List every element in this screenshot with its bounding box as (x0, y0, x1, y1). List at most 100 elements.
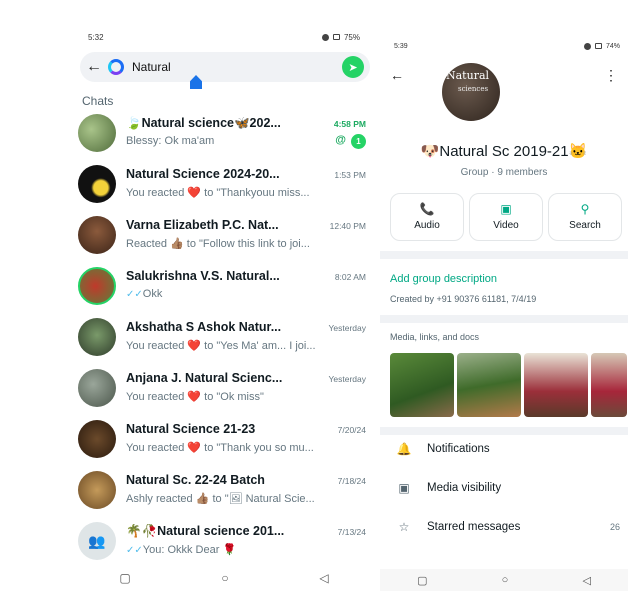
star-icon: ☆ (398, 520, 410, 534)
media-thumbnail[interactable] (591, 353, 627, 417)
setting-label: Media visibility (427, 482, 502, 494)
system-nav-bar: ▢ ○ ◁ (380, 569, 628, 591)
back-arrow-icon[interactable]: ← (390, 67, 404, 83)
send-icon[interactable]: ➤ (342, 56, 364, 78)
avatar (78, 216, 116, 254)
search-bar[interactable]: ← Natural ➤ (80, 52, 370, 82)
created-by-text: Created by +91 90376 61181, 7/4/19 (390, 294, 537, 304)
chat-time: Yesterday (328, 323, 367, 333)
group-avatar[interactable]: Natural sciences (442, 63, 500, 121)
signal-icon (321, 33, 329, 41)
image-icon: ▣ (398, 481, 410, 495)
media-thumbnail[interactable] (524, 353, 588, 417)
chat-name: 🌴🥀Natural science 201... (126, 524, 285, 538)
chat-preview: You reacted ❤️ to "Thankyouu miss... (126, 187, 310, 199)
chat-name: Natural Science 21-23 (126, 422, 256, 436)
chat-name: Natural Science 2024-20... (126, 167, 280, 181)
search-button[interactable]: ⚲ Search (548, 193, 622, 241)
chat-preview: ✓✓You: Okkk Dear 🌹 (126, 544, 237, 556)
heart-emoji: ❤️ (187, 442, 202, 454)
chat-search-screen: 5:32 75% ← Natural ➤ Chats 🍃Natural scie… (74, 22, 374, 590)
chat-preview: You reacted ❤️ to "Ok miss" (126, 391, 264, 403)
chat-time: 4:58 PM (333, 119, 366, 129)
chat-time: 1:53 PM (334, 170, 366, 180)
chat-time: 7/13/24 (337, 527, 366, 537)
section-label-chats: Chats (82, 94, 114, 108)
chat-row[interactable]: Natural Sc. 22-24 Batch 7/18/24 Ashly re… (74, 465, 374, 516)
home-icon[interactable]: ○ (221, 571, 228, 585)
heart-emoji: ❤️ (187, 187, 202, 199)
group-members: Group · 9 members (460, 167, 548, 178)
heart-emoji: ❤️ (187, 391, 202, 403)
chat-row[interactable]: 👥 🌴🥀Natural science 201... 7/13/24 ✓✓You… (74, 516, 374, 567)
avatar (78, 267, 116, 305)
divider (380, 251, 628, 259)
media-section-label[interactable]: Media, links, and docs (390, 332, 479, 342)
double-tick-icon: ✓✓ (126, 545, 143, 556)
video-icon: ▣ (500, 202, 512, 216)
recents-icon[interactable]: ▢ (119, 571, 130, 585)
video-call-button[interactable]: ▣ Video (469, 193, 543, 241)
thumbs-up-emoji: 👍🏽 (170, 238, 184, 250)
chat-preview: You reacted ❤️ to "Yes Ma' am... I joi..… (126, 340, 316, 352)
chat-row[interactable]: Anjana J. Natural Scienc... Yesterday Yo… (74, 363, 374, 414)
chat-name: Natural Sc. 22-24 Batch (126, 473, 265, 487)
battery-icon (332, 34, 340, 40)
setting-label: Notifications (427, 443, 490, 455)
action-label: Audio (414, 220, 440, 231)
double-tick-icon: ✓✓ (126, 289, 143, 300)
setting-label: Starred messages (427, 521, 521, 533)
search-icon: ⚲ (580, 202, 590, 216)
notifications-setting[interactable]: 🔔 Notifications (380, 435, 628, 465)
media-thumbnail[interactable] (457, 353, 521, 417)
unread-badge: 1 (351, 134, 366, 149)
bell-icon: 🔔 (396, 442, 412, 456)
starred-messages-setting[interactable]: ☆ Starred messages 26 (380, 513, 628, 543)
back-icon[interactable]: ◁ (582, 574, 590, 587)
chat-row[interactable]: Salukrishna V.S. Natural... 8:02 AM ✓✓Ok… (74, 261, 374, 312)
chat-preview: Reacted 👍🏽 to "Follow this link to joi..… (126, 238, 310, 250)
media-visibility-setting[interactable]: ▣ Media visibility (380, 474, 628, 504)
phone-icon: 📞 (419, 202, 435, 216)
divider (380, 427, 628, 435)
more-options-icon[interactable]: ⋮ (604, 67, 618, 84)
chat-row[interactable]: Akshatha S Ashok Natur... Yesterday You … (74, 312, 374, 363)
avatar (78, 318, 116, 356)
avatar-subtext: sciences (458, 85, 489, 93)
chat-time: 7/20/24 (337, 425, 366, 435)
recents-icon[interactable]: ▢ (417, 574, 427, 587)
search-input[interactable]: Natural (132, 60, 342, 74)
avatar (78, 420, 116, 458)
thumbs-up-emoji: 👍🏽 (195, 493, 210, 505)
chat-preview: Blessy: Ok ma'am (126, 135, 215, 147)
avatar (78, 165, 116, 203)
action-label: Video (493, 220, 519, 231)
chat-preview: Ashly reacted 👍🏽 to "🖼 Natural Scie... (126, 493, 315, 505)
chat-preview: You reacted ❤️ to "Thank you so mu... (126, 442, 314, 454)
chat-row[interactable]: 🍃Natural science🦋202... 4:58 PM Blessy: … (74, 108, 374, 159)
battery-level: 74% (605, 42, 620, 50)
group-info-screen: 5:39 74% ← ⋮ Natural sciences 🐶Natural S… (380, 35, 628, 591)
chat-time: 12:40 PM (329, 221, 366, 231)
add-description-link[interactable]: Add group description (390, 273, 497, 285)
back-icon[interactable]: ◁ (319, 571, 328, 585)
media-thumbnail[interactable] (390, 353, 454, 417)
chat-name: Salukrishna V.S. Natural... (126, 269, 280, 283)
status-bar: 5:32 75% (88, 30, 360, 44)
avatar-text: Natural (446, 69, 490, 82)
chat-row[interactable]: Natural Science 21-23 7/20/24 You reacte… (74, 414, 374, 465)
chat-name: Varna Elizabeth P.C. Nat... (126, 218, 279, 232)
chat-preview: ✓✓Okk (126, 288, 163, 300)
battery-level: 75% (343, 32, 360, 42)
back-arrow-icon[interactable]: ← (80, 58, 108, 76)
group-avatar-icon: 👥 (78, 522, 116, 560)
avatar (78, 114, 116, 152)
chat-row[interactable]: Natural Science 2024-20... 1:53 PM You r… (74, 159, 374, 210)
heart-emoji: ❤️ (187, 340, 202, 352)
chat-row[interactable]: Varna Elizabeth P.C. Nat... 12:40 PM Rea… (74, 210, 374, 261)
audio-call-button[interactable]: 📞 Audio (390, 193, 464, 241)
avatar (78, 369, 116, 407)
signal-icon (583, 42, 591, 50)
home-icon[interactable]: ○ (502, 574, 509, 586)
system-nav-bar: ▢ ○ ◁ (74, 566, 374, 590)
